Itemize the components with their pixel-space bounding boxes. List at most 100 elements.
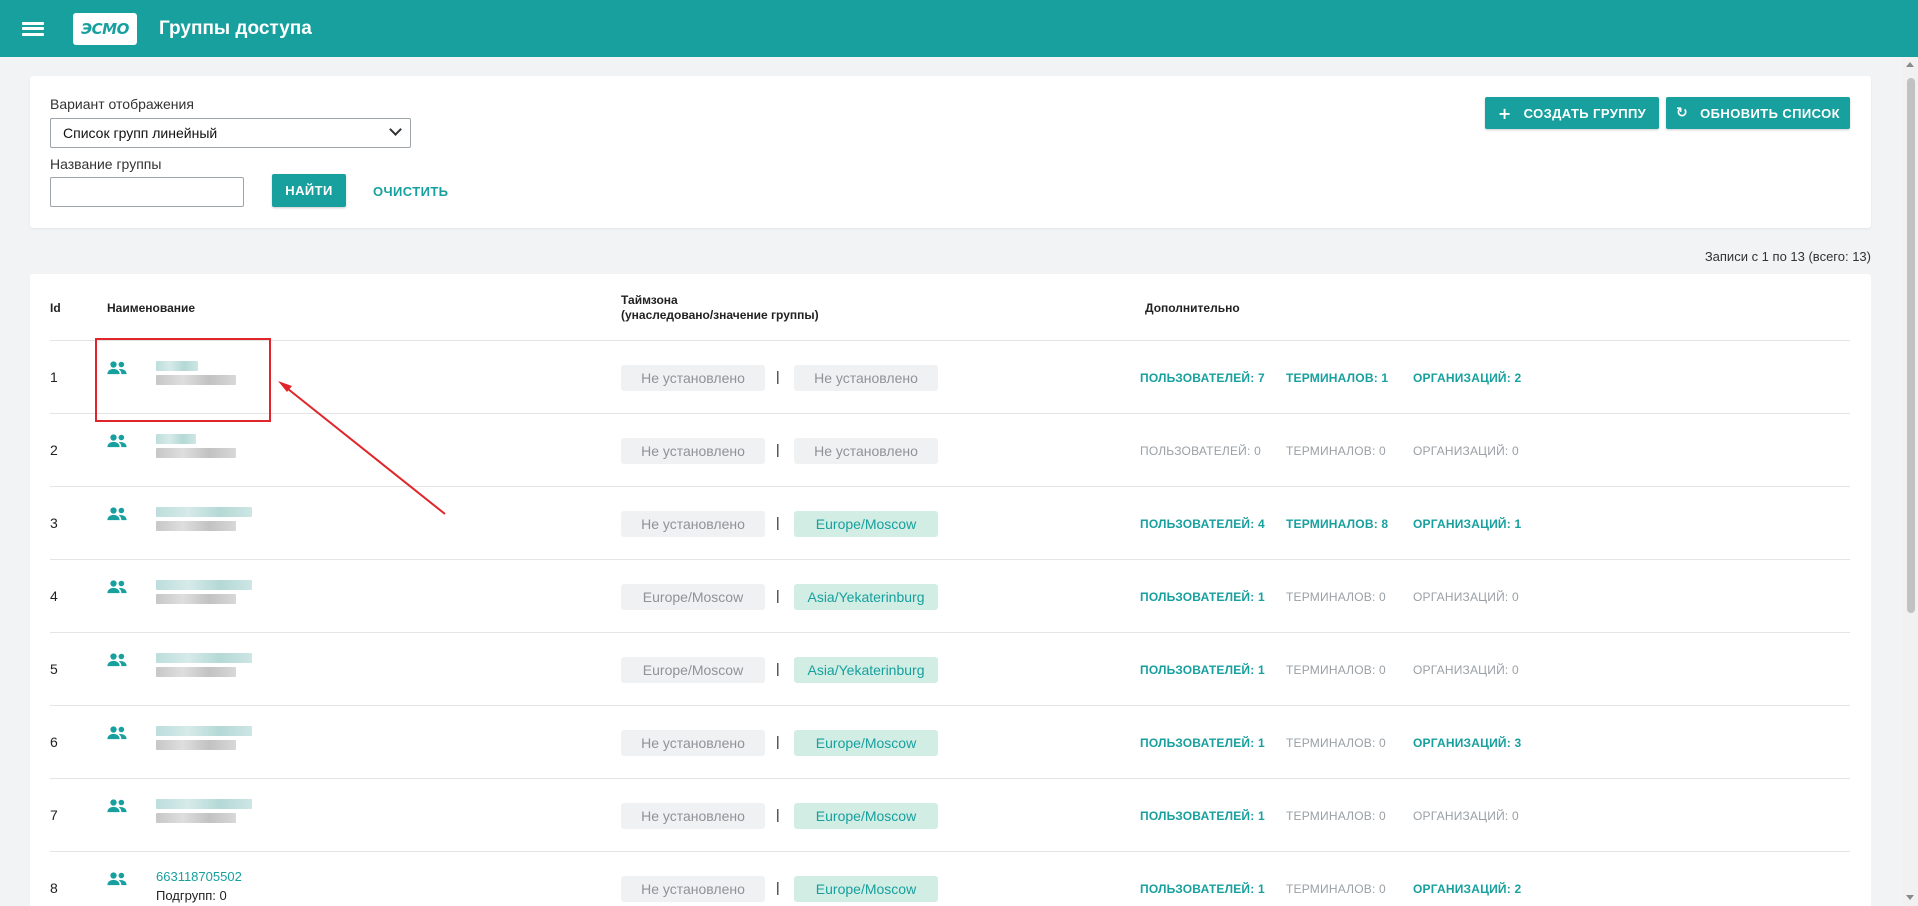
inherited-timezone: Не установлено bbox=[621, 876, 765, 902]
users-count-link[interactable]: ПОЛЬЗОВАТЕЛЕЙ: 1 bbox=[1140, 809, 1265, 823]
annotation-highlight-box bbox=[95, 338, 271, 422]
group-name-redacted[interactable] bbox=[156, 580, 252, 604]
group-name-redacted[interactable] bbox=[156, 507, 252, 531]
inherited-timezone: Не установлено bbox=[621, 803, 765, 829]
app-header: ЭСМО Группы доступа bbox=[0, 0, 1918, 57]
scroll-down-icon[interactable] bbox=[1906, 895, 1914, 900]
group-timezone: Europe/Moscow bbox=[794, 730, 938, 756]
organizations-count-link[interactable]: ОРГАНИЗАЦИЙ: 2 bbox=[1413, 371, 1521, 385]
inherited-timezone: Не установлено bbox=[621, 730, 765, 756]
terminals-count-link[interactable]: ТЕРМИНАЛОВ: 1 bbox=[1286, 371, 1388, 385]
clear-button[interactable]: ОЧИСТИТЬ bbox=[373, 184, 448, 199]
scroll-up-icon[interactable] bbox=[1906, 62, 1914, 67]
row-id: 2 bbox=[50, 442, 58, 458]
inherited-timezone: Не установлено bbox=[621, 511, 765, 537]
terminals-count-link[interactable]: ТЕРМИНАЛОВ: 0 bbox=[1286, 663, 1386, 677]
group-timezone: Europe/Moscow bbox=[794, 511, 938, 537]
table-row[interactable]: 5 Europe/Moscow | Asia/Yekaterinburg ПОЛЬЗОВ… bbox=[50, 632, 1850, 705]
view-mode-label: Вариант отображения bbox=[50, 96, 194, 112]
terminals-count-link[interactable]: ТЕРМИНАЛОВ: 0 bbox=[1286, 809, 1386, 823]
table-row[interactable]: 7 Не установлено | Europe/Moscow ПОЛЬЗОВАТЕЛ… bbox=[50, 778, 1850, 851]
table-row[interactable]: 1 Не установлено | Не установлено ПОЛЬЗОВАТЕ… bbox=[50, 340, 1850, 413]
timezone-separator: | bbox=[776, 806, 780, 822]
refresh-list-label: ОБНОВИТЬ СПИСОК bbox=[1700, 105, 1840, 121]
group-icon bbox=[106, 653, 128, 667]
timezone-separator: | bbox=[776, 879, 780, 895]
table-row[interactable]: 3 Не установлено | Europe/Moscow ПОЛЬЗОВАТЕЛ… bbox=[50, 486, 1850, 559]
column-header-timezone: Таймзона (унаследовано/значение группы) bbox=[621, 293, 819, 323]
timezone-separator: | bbox=[776, 587, 780, 603]
organizations-count-link[interactable]: ОРГАНИЗАЦИЙ: 3 bbox=[1413, 736, 1521, 750]
group-icon bbox=[106, 726, 128, 740]
users-count-link[interactable]: ПОЛЬЗОВАТЕЛЕЙ: 1 bbox=[1140, 736, 1265, 750]
hamburger-menu-icon[interactable] bbox=[22, 20, 44, 38]
group-timezone: Asia/Yekaterinburg bbox=[794, 657, 938, 683]
table-row[interactable]: 8 663118705502 Подгрупп: 0 Не установлено | E… bbox=[50, 851, 1850, 906]
create-group-button[interactable]: + СОЗДАТЬ ГРУППУ bbox=[1485, 97, 1659, 129]
chevron-down-icon bbox=[389, 123, 402, 136]
table-row[interactable]: 6 Не установлено | Europe/Moscow ПОЛЬЗОВАТЕЛ… bbox=[50, 705, 1850, 778]
inherited-timezone: Не установлено bbox=[621, 365, 765, 391]
terminals-count-link[interactable]: ТЕРМИНАЛОВ: 0 bbox=[1286, 882, 1386, 896]
terminals-count-link[interactable]: ТЕРМИНАЛОВ: 0 bbox=[1286, 736, 1386, 750]
organizations-count-link[interactable]: ОРГАНИЗАЦИЙ: 0 bbox=[1413, 590, 1519, 604]
users-count-link[interactable]: ПОЛЬЗОВАТЕЛЕЙ: 1 bbox=[1140, 590, 1265, 604]
subgroup-count: Подгрупп: 0 bbox=[156, 888, 227, 903]
organizations-count-link[interactable]: ОРГАНИЗАЦИЙ: 0 bbox=[1413, 809, 1519, 823]
table-row[interactable]: 4 Europe/Moscow | Asia/Yekaterinburg ПОЛЬЗОВ… bbox=[50, 559, 1850, 632]
terminals-count-link[interactable]: ТЕРМИНАЛОВ: 8 bbox=[1286, 517, 1388, 531]
group-icon bbox=[106, 507, 128, 521]
column-header-extra: Дополнительно bbox=[1145, 301, 1240, 315]
timezone-separator: | bbox=[776, 441, 780, 457]
row-id: 7 bbox=[50, 807, 58, 823]
group-name-input[interactable] bbox=[50, 177, 244, 207]
terminals-count-link[interactable]: ТЕРМИНАЛОВ: 0 bbox=[1286, 444, 1386, 458]
users-count-link[interactable]: ПОЛЬЗОВАТЕЛЕЙ: 1 bbox=[1140, 882, 1265, 896]
row-id: 4 bbox=[50, 588, 58, 604]
scrollbar-thumb[interactable] bbox=[1907, 78, 1915, 613]
terminals-count-link[interactable]: ТЕРМИНАЛОВ: 0 bbox=[1286, 590, 1386, 604]
group-icon bbox=[106, 580, 128, 594]
group-timezone: Europe/Moscow bbox=[794, 803, 938, 829]
users-count-link[interactable]: ПОЛЬЗОВАТЕЛЕЙ: 1 bbox=[1140, 663, 1265, 677]
organizations-count-link[interactable]: ОРГАНИЗАЦИЙ: 0 bbox=[1413, 663, 1519, 677]
refresh-list-button[interactable]: ↻ ОБНОВИТЬ СПИСОК bbox=[1666, 97, 1850, 129]
plus-icon: + bbox=[1497, 103, 1512, 123]
page-title: Группы доступа bbox=[159, 17, 312, 39]
group-name-redacted[interactable] bbox=[156, 434, 236, 458]
users-count-link[interactable]: ПОЛЬЗОВАТЕЛЕЙ: 4 bbox=[1140, 517, 1265, 531]
organizations-count-link[interactable]: ОРГАНИЗАЦИЙ: 2 bbox=[1413, 882, 1521, 896]
users-count-link[interactable]: ПОЛЬЗОВАТЕЛЕЙ: 0 bbox=[1140, 444, 1261, 458]
group-timezone: Не установлено bbox=[794, 365, 938, 391]
row-id: 8 bbox=[50, 880, 58, 896]
inherited-timezone: Europe/Moscow bbox=[621, 584, 765, 610]
find-button[interactable]: НАЙТИ bbox=[272, 174, 346, 207]
group-name-redacted[interactable] bbox=[156, 726, 252, 750]
row-id: 5 bbox=[50, 661, 58, 677]
timezone-separator: | bbox=[776, 514, 780, 530]
group-icon bbox=[106, 872, 128, 886]
row-id: 6 bbox=[50, 734, 58, 750]
row-id: 3 bbox=[50, 515, 58, 531]
organizations-count-link[interactable]: ОРГАНИЗАЦИЙ: 1 bbox=[1413, 517, 1521, 531]
timezone-separator: | bbox=[776, 733, 780, 749]
column-header-timezone-hint: (унаследовано/значение группы) bbox=[621, 308, 819, 322]
filter-panel: Вариант отображения Список групп линейны… bbox=[30, 76, 1871, 228]
column-header-name: Наименование bbox=[107, 301, 196, 315]
records-count: Записи с 1 по 13 (всего: 13) bbox=[1704, 249, 1871, 264]
group-name-redacted[interactable] bbox=[156, 799, 252, 823]
view-mode-value: Список групп линейный bbox=[63, 125, 218, 141]
timezone-separator: | bbox=[776, 368, 780, 384]
create-group-label: СОЗДАТЬ ГРУППУ bbox=[1523, 105, 1647, 121]
refresh-icon: ↻ bbox=[1676, 105, 1689, 121]
view-mode-select[interactable]: Список групп линейный bbox=[50, 118, 411, 148]
group-icon bbox=[106, 799, 128, 813]
users-count-link[interactable]: ПОЛЬЗОВАТЕЛЕЙ: 7 bbox=[1140, 371, 1265, 385]
organizations-count-link[interactable]: ОРГАНИЗАЦИЙ: 0 bbox=[1413, 444, 1519, 458]
table-row[interactable]: 2 Не установлено | Не установлено ПОЛЬЗОВАТЕ… bbox=[50, 413, 1850, 486]
group-name-link[interactable]: 663118705502 bbox=[156, 869, 242, 884]
group-name-redacted[interactable] bbox=[156, 653, 252, 677]
app-logo[interactable]: ЭСМО bbox=[73, 12, 137, 45]
group-timezone: Asia/Yekaterinburg bbox=[794, 584, 938, 610]
row-id: 1 bbox=[50, 369, 58, 385]
